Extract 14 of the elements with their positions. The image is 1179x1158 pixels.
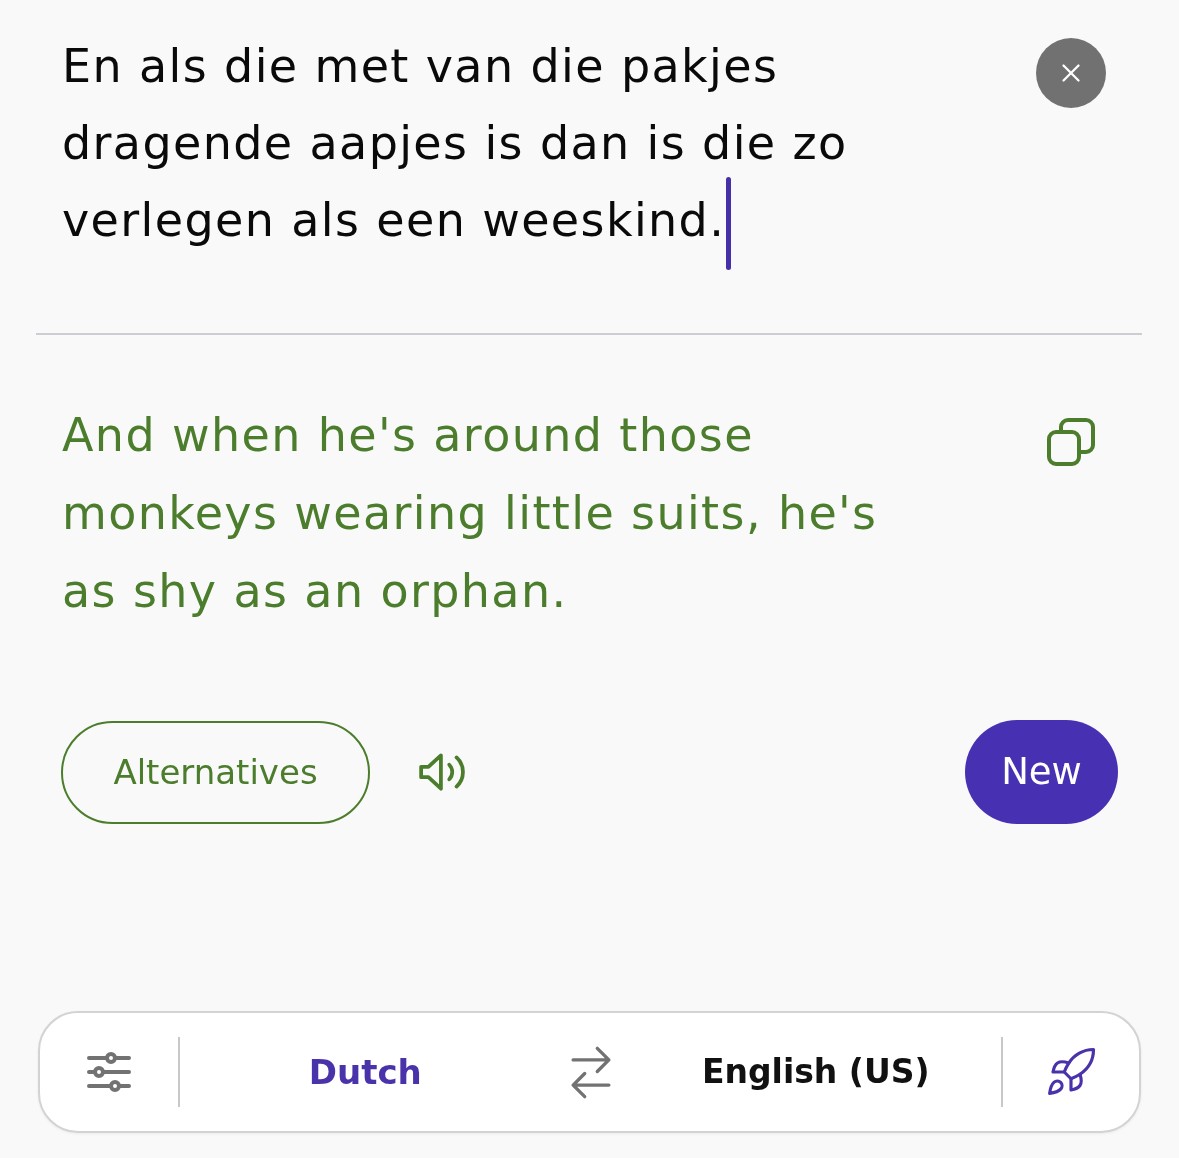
source-text-field[interactable]: En als die met van die pakjes dragende aapjes is dan is die zo verlegen als een weeskind. (62, 20, 922, 270)
speaker-icon (418, 751, 468, 793)
swap-languages-button[interactable] (569, 1044, 612, 1100)
speaker-button[interactable] (418, 751, 468, 793)
translation-text: And when he's around those monkeys wearing little suits, he's as shy as an orphan. (62, 407, 879, 620)
alternatives-button[interactable]: Alternatives (61, 720, 370, 824)
target-language-button[interactable]: English (US) (701, 1047, 930, 1097)
copy-icon (1047, 418, 1095, 466)
new-button[interactable]: New (965, 720, 1118, 824)
swap-arrows-icon (569, 1044, 612, 1100)
copy-button[interactable] (1047, 418, 1095, 466)
sliders-icon (87, 1052, 131, 1092)
settings-button[interactable] (87, 1052, 131, 1092)
source-language-button[interactable]: Dutch (308, 1046, 422, 1098)
